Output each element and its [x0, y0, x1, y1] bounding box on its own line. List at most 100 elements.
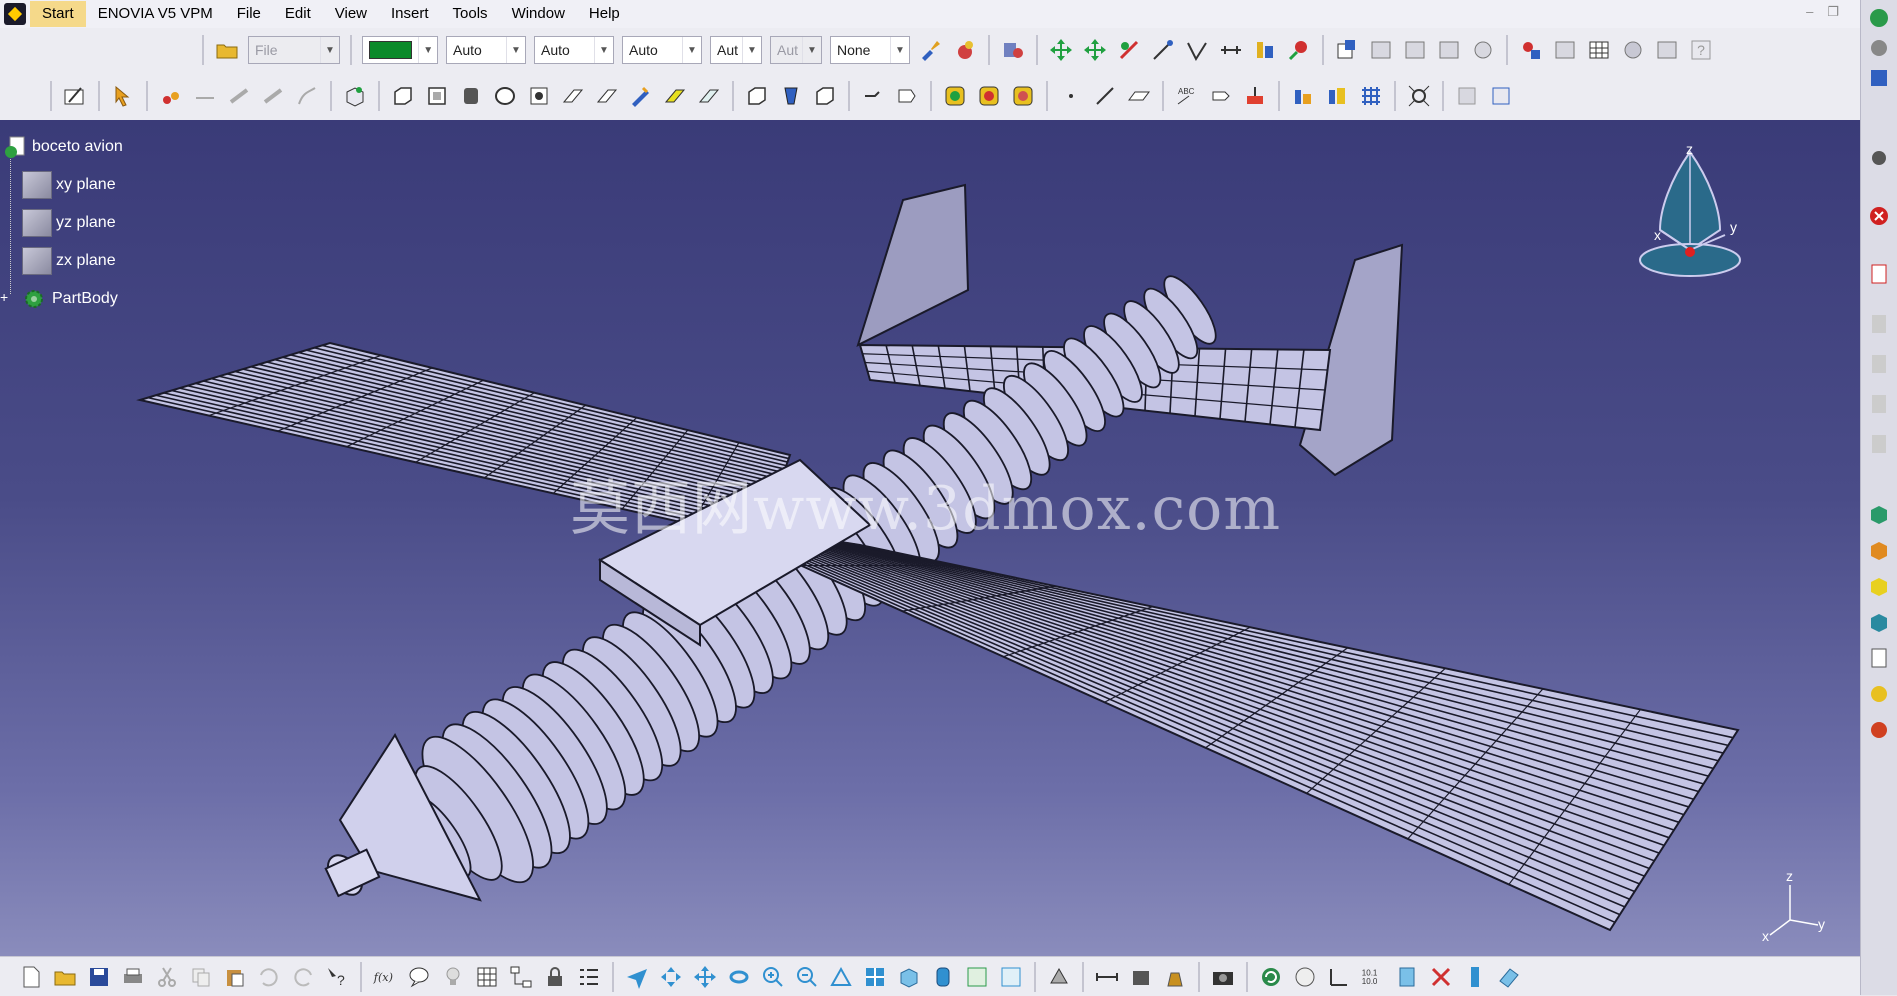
compass-icon[interactable]: z x y	[1630, 140, 1750, 280]
render-icon[interactable]	[1867, 718, 1891, 742]
catalog-browser-icon[interactable]	[1000, 37, 1026, 63]
hide-show-icon[interactable]	[964, 964, 990, 990]
point-type-combo[interactable]: Auto ▼	[622, 36, 702, 64]
tool-icon[interactable]	[1867, 352, 1891, 376]
window-new-icon[interactable]	[1488, 83, 1514, 109]
green-status-icon[interactable]	[1867, 6, 1891, 30]
shaft-icon[interactable]	[458, 83, 484, 109]
mass-props-icon[interactable]	[1128, 964, 1154, 990]
cut-section-icon[interactable]	[1428, 964, 1454, 990]
line-type-combo[interactable]: Auto ▼	[446, 36, 526, 64]
point-icon[interactable]	[1150, 37, 1176, 63]
tree-item-yz-plane[interactable]: yz plane	[0, 204, 123, 242]
cog-icon[interactable]	[1867, 146, 1891, 170]
fit-all-icon[interactable]	[658, 964, 684, 990]
iso-view-icon[interactable]	[896, 964, 922, 990]
curve-icon[interactable]	[294, 83, 320, 109]
select-arrow-icon[interactable]	[110, 83, 136, 109]
formula-icon[interactable]: f(x)	[372, 964, 398, 990]
snap-icon[interactable]	[1406, 83, 1432, 109]
normal-view-icon[interactable]	[828, 964, 854, 990]
tag-icon[interactable]	[894, 83, 920, 109]
whats-this-icon[interactable]: ?	[324, 964, 350, 990]
tool-icon[interactable]	[1867, 312, 1891, 336]
help-icon[interactable]: ?	[1688, 37, 1714, 63]
3d-viewport[interactable]: boceto avion xy plane yz plane zx plane …	[0, 120, 1860, 956]
design-table-icon[interactable]	[1436, 37, 1462, 63]
menu-file[interactable]: File	[225, 1, 273, 27]
target-icon[interactable]	[1867, 682, 1891, 706]
stiffener-icon[interactable]	[628, 83, 654, 109]
menu-view[interactable]: View	[323, 1, 379, 27]
axis-icon[interactable]	[1218, 37, 1244, 63]
rib-icon[interactable]	[560, 83, 586, 109]
tool-icon[interactable]	[1867, 432, 1891, 456]
swap-space-icon[interactable]	[998, 964, 1024, 990]
knowledge-icon[interactable]	[1368, 37, 1394, 63]
point-tool-icon[interactable]	[1058, 83, 1084, 109]
capture-camera-icon[interactable]	[1210, 964, 1236, 990]
lock-icon[interactable]	[542, 964, 568, 990]
analysis-icon[interactable]	[1286, 37, 1312, 63]
bulb-icon[interactable]	[440, 964, 466, 990]
catalog-icon[interactable]	[1552, 37, 1578, 63]
menu-enovia[interactable]: ENOVIA V5 VPM	[86, 1, 225, 27]
shading-icon[interactable]	[930, 964, 956, 990]
dimension-icon[interactable]	[1094, 964, 1120, 990]
part-properties-icon[interactable]	[1334, 37, 1360, 63]
open-folder-icon[interactable]	[214, 37, 240, 63]
cut-icon[interactable]	[154, 964, 180, 990]
rotate-icon[interactable]	[1082, 37, 1108, 63]
multi-section-solid-icon[interactable]	[662, 83, 688, 109]
catia-logo-icon[interactable]	[4, 3, 26, 25]
zoom-out-icon[interactable]	[794, 964, 820, 990]
save-icon[interactable]	[86, 964, 112, 990]
undo-icon[interactable]	[256, 964, 282, 990]
apply-material-icon[interactable]	[952, 37, 978, 63]
datum-icon[interactable]	[1242, 83, 1268, 109]
reference-icon[interactable]	[1518, 37, 1544, 63]
layer-combo[interactable]: Aut ▼	[710, 36, 762, 64]
eraser-icon[interactable]	[1496, 964, 1522, 990]
hand-icon[interactable]	[1292, 964, 1318, 990]
split-icon[interactable]	[744, 83, 770, 109]
error-icon[interactable]	[1867, 204, 1891, 228]
open-icon[interactable]	[52, 964, 78, 990]
blend-icon[interactable]	[260, 83, 286, 109]
new-document-icon[interactable]	[18, 964, 44, 990]
color-combo[interactable]: ▼	[362, 36, 438, 64]
rotate-view-icon[interactable]	[726, 964, 752, 990]
comment-icon[interactable]	[406, 964, 432, 990]
transparency-combo[interactable]: Aut ▼	[770, 36, 822, 64]
print-icon[interactable]	[120, 964, 146, 990]
pad-icon[interactable]	[390, 83, 416, 109]
material-icon[interactable]	[1867, 538, 1891, 562]
apply-material-bottom-icon[interactable]	[1046, 964, 1072, 990]
menu-help[interactable]: Help	[577, 1, 632, 27]
ruler-icon[interactable]	[1462, 964, 1488, 990]
ratio-icon[interactable]: 10.1 10.0	[1360, 964, 1386, 990]
formula-table-icon[interactable]	[1402, 37, 1428, 63]
spreadsheet-icon[interactable]	[1586, 37, 1612, 63]
redo-icon[interactable]	[290, 964, 316, 990]
tree-structure-icon[interactable]	[508, 964, 534, 990]
sweep-icon[interactable]	[226, 83, 252, 109]
tree-item-partbody[interactable]: + PartBody	[0, 280, 123, 318]
reaction-icon[interactable]	[1654, 37, 1680, 63]
line-thickness-combo[interactable]: Auto ▼	[534, 36, 614, 64]
chamfer-icon[interactable]	[976, 83, 1002, 109]
minimize-icon[interactable]: –	[1806, 4, 1813, 20]
tool-icon[interactable]	[1867, 392, 1891, 416]
grid-icon[interactable]	[1358, 83, 1384, 109]
close-surface-icon[interactable]	[812, 83, 838, 109]
fly-mode-icon[interactable]	[624, 964, 650, 990]
scan-icon[interactable]	[1394, 964, 1420, 990]
multi-view-icon[interactable]	[862, 964, 888, 990]
surface-icon[interactable]	[1867, 610, 1891, 634]
removed-multi-section-icon[interactable]	[696, 83, 722, 109]
weight-icon[interactable]	[1162, 964, 1188, 990]
copy-icon[interactable]	[188, 964, 214, 990]
menu-tools[interactable]: Tools	[441, 1, 500, 27]
sketcher-icon[interactable]	[62, 83, 88, 109]
menu-edit[interactable]: Edit	[273, 1, 323, 27]
